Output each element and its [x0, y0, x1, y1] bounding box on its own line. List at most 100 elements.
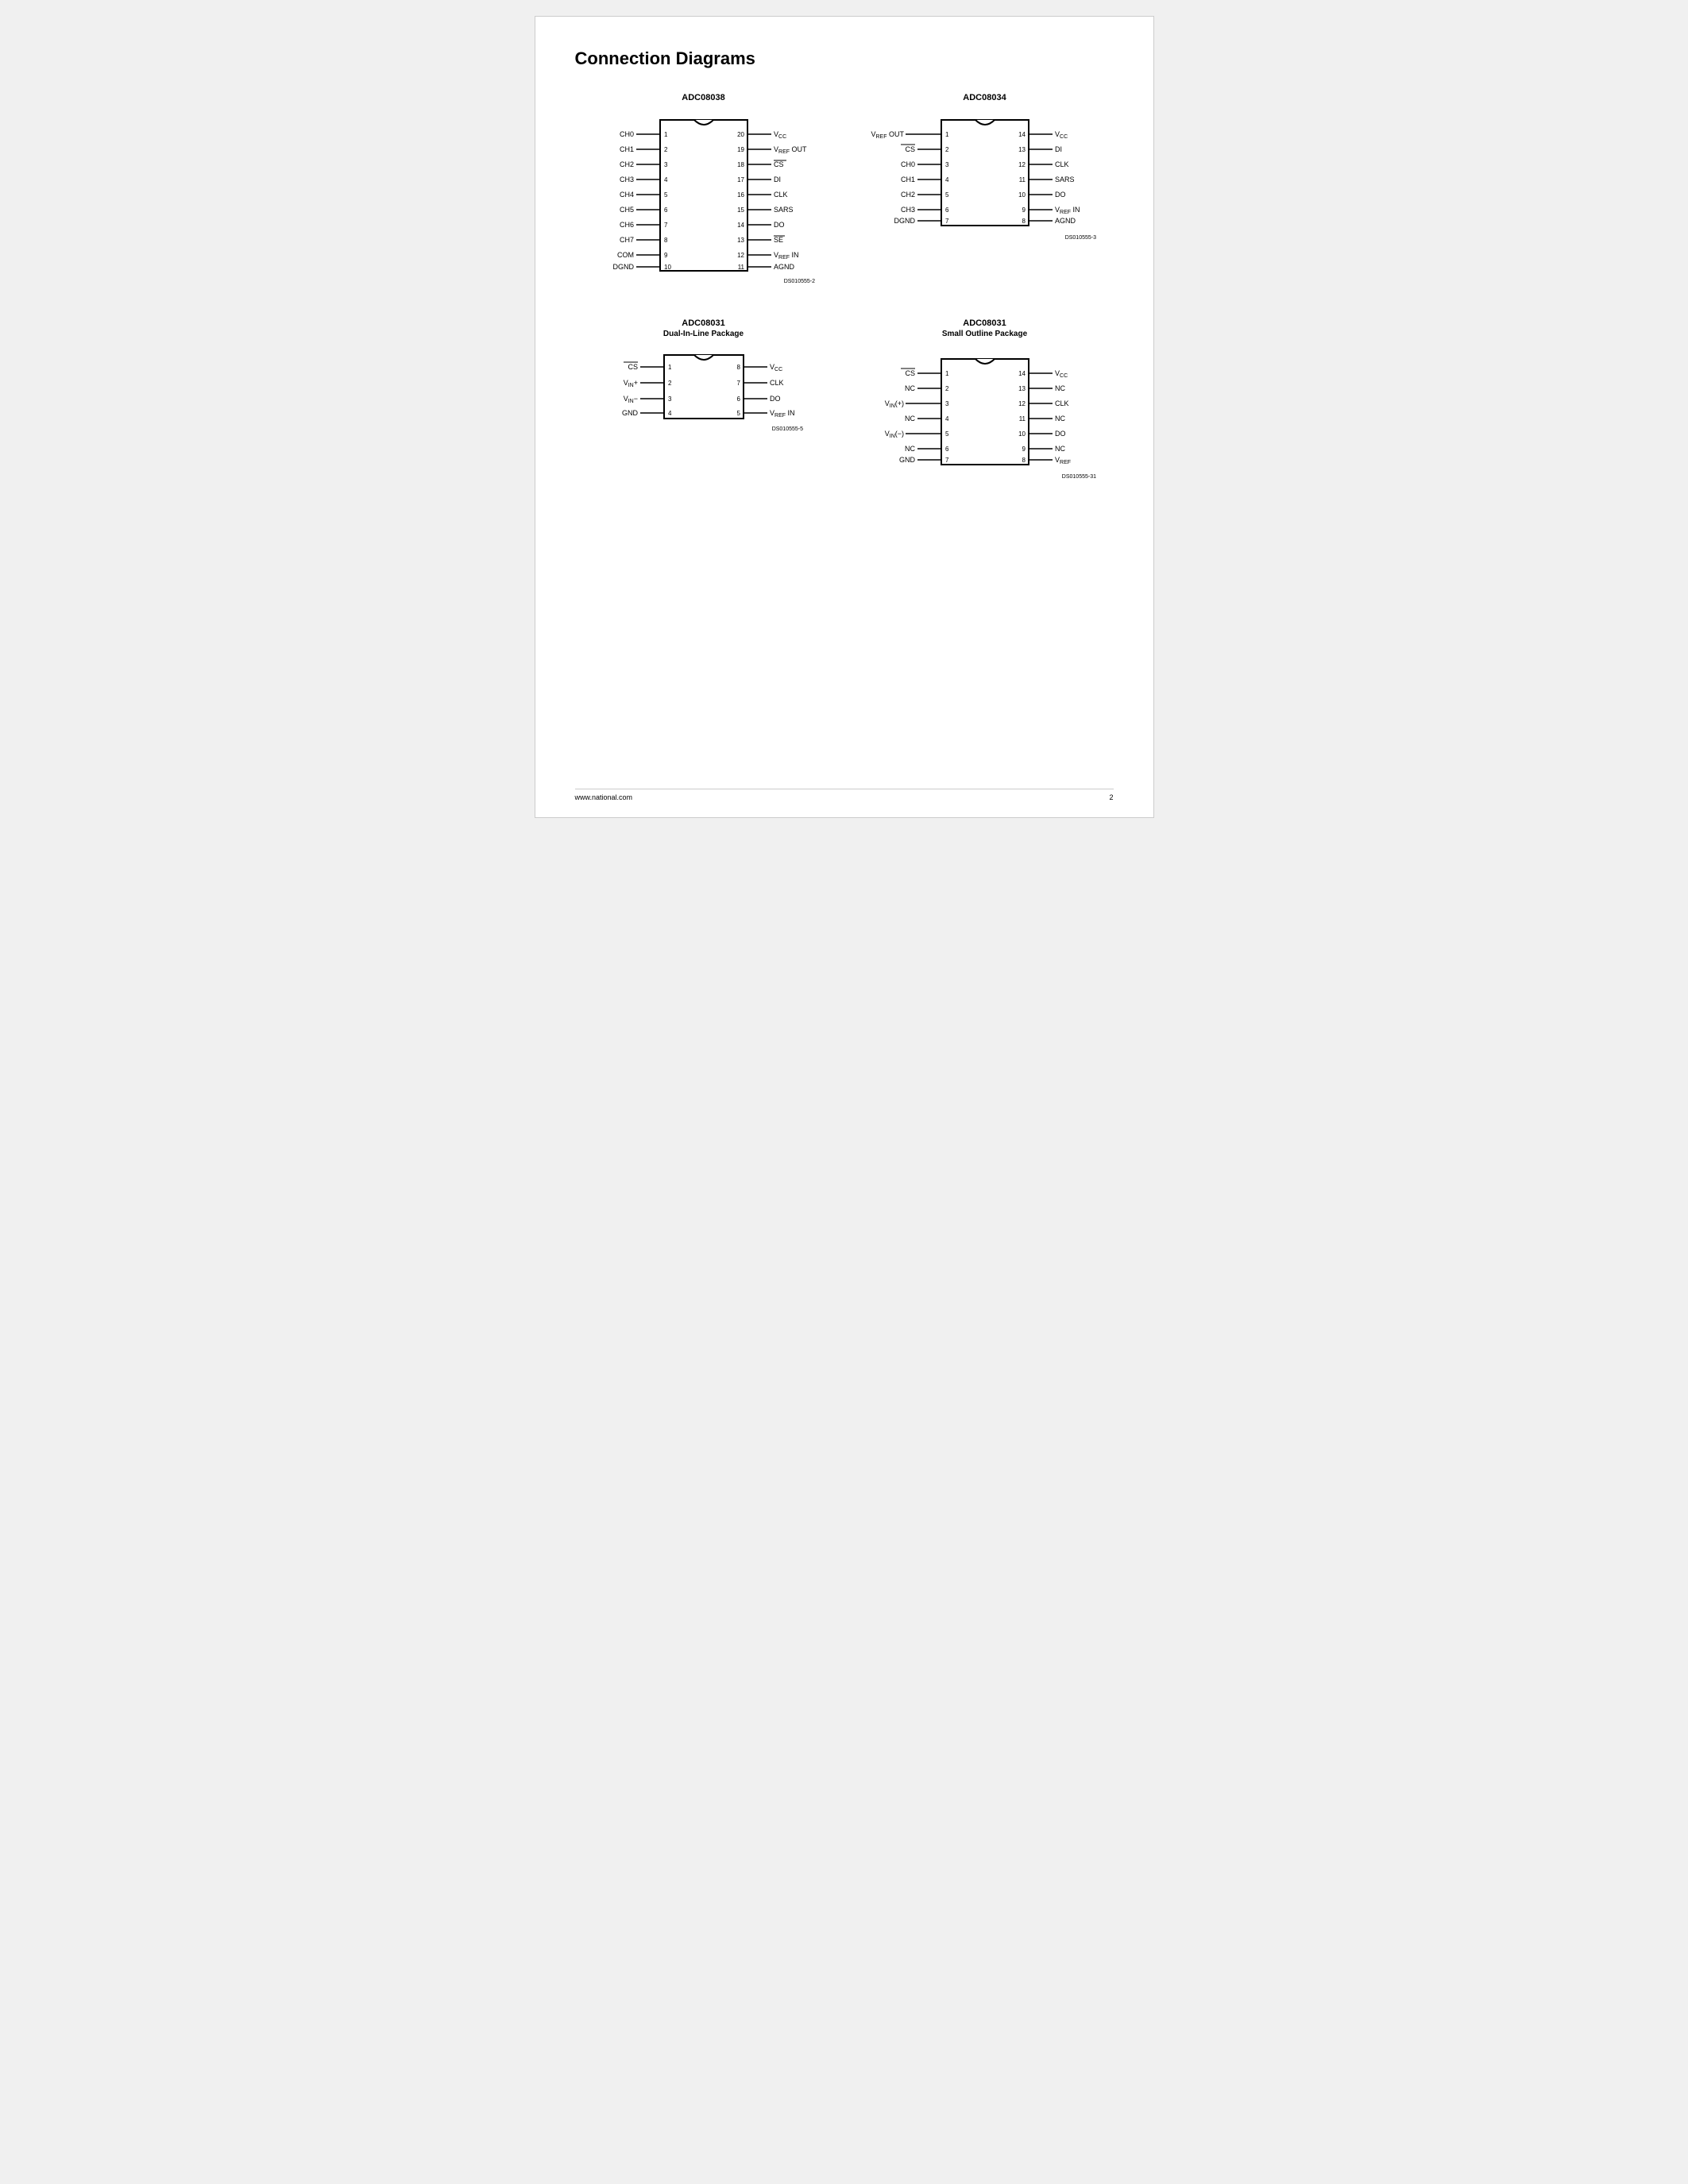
- svg-text:5: 5: [945, 191, 949, 199]
- svg-text:19: 19: [737, 146, 744, 153]
- svg-text:AGND: AGND: [774, 263, 795, 271]
- svg-text:2: 2: [664, 146, 668, 153]
- svg-text:3: 3: [945, 400, 949, 407]
- adc08034-diagram: VREF OUT 1 CS 2 CH0 3 CH1 4 CH2 5: [870, 104, 1100, 243]
- svg-text:6: 6: [945, 446, 949, 453]
- svg-text:4: 4: [945, 415, 949, 423]
- svg-text:7: 7: [945, 457, 949, 464]
- svg-text:CS: CS: [905, 145, 915, 153]
- svg-text:5: 5: [664, 191, 668, 199]
- svg-text:CLK: CLK: [774, 191, 788, 199]
- svg-text:VCC: VCC: [774, 130, 786, 140]
- adc08031-sop-subtitle: Small Outline Package: [942, 330, 1027, 338]
- svg-text:10: 10: [1018, 430, 1026, 438]
- svg-text:14: 14: [1018, 370, 1026, 377]
- svg-text:13: 13: [737, 237, 744, 244]
- svg-text:DO: DO: [1055, 191, 1066, 199]
- adc08038-diagram: CH0 1 CH1 2 CH2 3 CH3 4 CH4 5: [589, 104, 819, 287]
- svg-text:CH2: CH2: [619, 160, 633, 168]
- page-title: Connection Diagrams: [575, 48, 1114, 69]
- svg-text:VCC: VCC: [1055, 369, 1068, 379]
- svg-text:CLK: CLK: [1055, 160, 1069, 168]
- svg-text:DS010555-31: DS010555-31: [1061, 474, 1095, 480]
- svg-text:VCC: VCC: [770, 363, 782, 372]
- svg-text:CLK: CLK: [770, 379, 784, 387]
- svg-text:9: 9: [664, 252, 668, 259]
- svg-text:CH1: CH1: [619, 145, 633, 153]
- svg-text:DS010555-2: DS010555-2: [783, 279, 814, 284]
- svg-text:8: 8: [1022, 218, 1026, 225]
- svg-text:CH0: CH0: [900, 160, 914, 168]
- svg-text:3: 3: [664, 161, 668, 168]
- svg-text:11: 11: [1018, 176, 1026, 183]
- svg-text:9: 9: [1022, 446, 1026, 453]
- svg-text:AGND: AGND: [1055, 217, 1076, 225]
- adc08031-sop-diagram: CS 1 NC 2 VIN(+) 3 NC 4 VIN(−) 5: [870, 343, 1100, 482]
- svg-text:14: 14: [1018, 131, 1026, 138]
- adc08031-sop-title: ADC08031: [963, 318, 1006, 328]
- svg-text:VREF: VREF: [1055, 456, 1071, 465]
- adc08031-dip-diagram: CS 1 VIN+ 2 VIN− 3 GND 4 8 VCC: [601, 343, 807, 434]
- svg-text:NC: NC: [905, 384, 915, 392]
- svg-text:2: 2: [945, 385, 949, 392]
- svg-text:DGND: DGND: [894, 217, 915, 225]
- svg-text:NC: NC: [1055, 384, 1065, 392]
- svg-text:CH2: CH2: [900, 191, 914, 199]
- svg-text:12: 12: [737, 252, 744, 259]
- footer-page: 2: [1109, 793, 1113, 801]
- adc08031-dip-title: ADC08031: [682, 318, 724, 328]
- svg-text:12: 12: [1018, 400, 1026, 407]
- svg-text:CH6: CH6: [619, 221, 633, 229]
- svg-text:3: 3: [668, 396, 672, 403]
- svg-text:DS010555-5: DS010555-5: [771, 426, 802, 432]
- svg-text:1: 1: [945, 370, 949, 377]
- svg-text:VREF OUT: VREF OUT: [871, 130, 904, 140]
- svg-text:VCC: VCC: [1055, 130, 1068, 140]
- svg-text:13: 13: [1018, 146, 1026, 153]
- svg-text:9: 9: [1022, 206, 1026, 214]
- svg-text:VIN+: VIN+: [623, 379, 637, 388]
- svg-text:17: 17: [737, 176, 744, 183]
- svg-text:5: 5: [736, 410, 740, 417]
- svg-text:8: 8: [736, 364, 740, 371]
- svg-text:CH3: CH3: [619, 176, 633, 183]
- svg-text:20: 20: [737, 131, 744, 138]
- svg-text:6: 6: [664, 206, 668, 214]
- svg-text:DGND: DGND: [612, 263, 634, 271]
- svg-text:11: 11: [737, 264, 744, 271]
- diagrams-grid: ADC08038 CH0 1 CH1 2 CH2 3: [575, 93, 1114, 482]
- svg-text:VREF IN: VREF IN: [774, 251, 799, 260]
- svg-text:8: 8: [664, 237, 668, 244]
- svg-text:3: 3: [945, 161, 949, 168]
- adc08031-dip-subtitle: Dual-In-Line Package: [663, 330, 744, 338]
- svg-text:1: 1: [668, 364, 672, 371]
- svg-text:12: 12: [1018, 161, 1026, 168]
- svg-text:10: 10: [1018, 191, 1026, 199]
- svg-text:18: 18: [737, 161, 744, 168]
- svg-text:13: 13: [1018, 385, 1026, 392]
- svg-text:2: 2: [668, 380, 672, 387]
- svg-text:16: 16: [737, 191, 744, 199]
- svg-text:CS: CS: [905, 369, 915, 377]
- adc08034-section: ADC08034 VREF OUT 1 CS 2 CH0 3: [856, 93, 1114, 287]
- svg-text:VIN−: VIN−: [623, 395, 637, 404]
- svg-text:VREF IN: VREF IN: [770, 409, 795, 419]
- svg-text:7: 7: [664, 222, 668, 229]
- svg-text:VREF IN: VREF IN: [1055, 206, 1080, 215]
- svg-text:4: 4: [945, 176, 949, 183]
- svg-text:8: 8: [1022, 457, 1026, 464]
- svg-text:1: 1: [945, 131, 949, 138]
- svg-text:DO: DO: [774, 221, 785, 229]
- svg-text:CH3: CH3: [900, 206, 914, 214]
- svg-text:VIN(+): VIN(+): [884, 399, 903, 409]
- svg-text:11: 11: [1018, 415, 1026, 423]
- adc08038-section: ADC08038 CH0 1 CH1 2 CH2 3: [575, 93, 832, 287]
- svg-text:CH7: CH7: [619, 236, 633, 244]
- svg-text:NC: NC: [905, 445, 915, 453]
- svg-text:VREF OUT: VREF OUT: [774, 145, 807, 155]
- svg-text:VIN(−): VIN(−): [884, 430, 903, 439]
- svg-text:14: 14: [737, 222, 744, 229]
- svg-text:4: 4: [668, 410, 672, 417]
- svg-text:COM: COM: [617, 251, 634, 259]
- svg-text:CH5: CH5: [619, 206, 633, 214]
